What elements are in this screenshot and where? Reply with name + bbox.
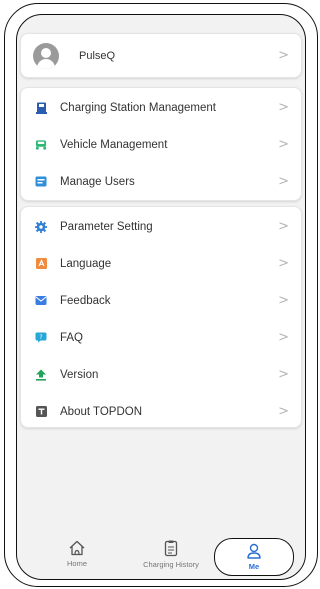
tab-home[interactable]: Home [62,540,92,568]
menu-item-feedback[interactable]: Feedback > [21,282,301,319]
menu-item-label: Parameter Setting [60,220,153,233]
menu-item-label: Language [60,257,112,270]
menu-item-faq[interactable]: ? FAQ > [21,319,301,356]
chevron-right-icon: > [278,48,289,63]
menu-item-manage-users[interactable]: Manage Users > [21,163,301,200]
menu-item-label: Charging Station Management [60,101,216,114]
bottom-tab-bar: Home Charging History Me [36,538,294,578]
tab-label: Me [248,562,260,571]
chevron-right-icon: > [278,100,289,115]
menu-item-label: Feedback [60,294,111,307]
menu-item-about[interactable]: About TOPDON > [21,393,301,430]
profile-name: PulseQ [79,49,116,62]
menu-item-label: About TOPDON [60,405,143,418]
menu-item-version[interactable]: Version > [21,356,301,393]
feedback-icon [35,295,47,307]
svg-text:?: ? [39,334,42,341]
chevron-right-icon: > [278,137,289,152]
chevron-right-icon: > [278,404,289,419]
tab-label: Home [66,559,87,568]
menu-item-label: Vehicle Management [60,138,168,151]
menu-item-parameter-setting[interactable]: Parameter Setting > [21,208,301,245]
chevron-right-icon: > [278,256,289,271]
info-icon [35,406,47,418]
user-icon [246,543,262,561]
tab-me[interactable]: Me [214,538,294,576]
profile-card[interactable]: PulseQ > [20,33,302,78]
chevron-right-icon: > [278,293,289,308]
management-card: Charging Station Management > Vehicle Ma… [20,87,302,201]
chevron-right-icon: > [278,219,289,234]
users-icon [35,176,47,188]
chevron-right-icon: > [278,330,289,345]
tab-label: Charging History [143,560,199,569]
menu-item-language[interactable]: Language > [21,245,301,282]
chevron-right-icon: > [278,367,289,382]
menu-item-label: FAQ [60,331,84,344]
menu-item-vehicle-management[interactable]: Vehicle Management > [21,126,301,163]
settings-card: Parameter Setting > Language > Feedback … [20,206,302,428]
charging-station-icon [35,102,47,114]
upload-icon [35,369,47,381]
menu-item-label: Manage Users [60,175,135,188]
language-icon [35,258,47,270]
menu-item-charging-station-management[interactable]: Charging Station Management > [21,89,301,126]
document-icon [164,540,178,559]
car-icon [35,139,47,151]
home-icon [68,540,86,558]
gear-icon [35,220,47,233]
tab-charging-history[interactable]: Charging History [131,540,211,569]
menu-item-label: Version [60,368,99,381]
chevron-right-icon: > [278,174,289,189]
avatar [33,42,59,69]
faq-icon: ? [35,332,47,344]
